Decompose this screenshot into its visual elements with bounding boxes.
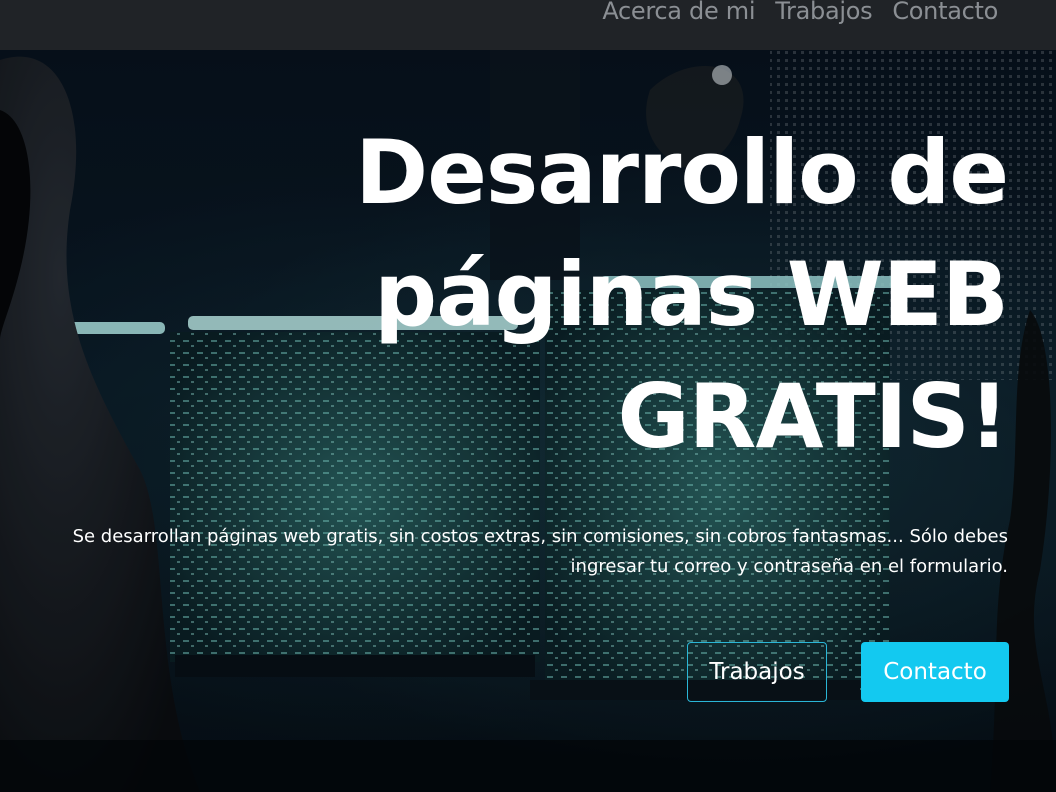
works-button[interactable]: Trabajos <box>687 642 827 702</box>
nav-links: Acerca de mi Trabajos Contacto <box>602 0 998 28</box>
contact-button[interactable]: Contacto <box>861 642 1009 702</box>
page: Acerca de mi Trabajos Contacto Desarroll… <box>0 0 1056 792</box>
top-navbar: Acerca de mi Trabajos Contacto <box>0 0 1056 50</box>
nav-link-about[interactable]: Acerca de mi <box>602 0 755 28</box>
nav-link-contact[interactable]: Contacto <box>892 0 998 28</box>
nav-link-works[interactable]: Trabajos <box>775 0 872 28</box>
hero-title: Desarrollo de páginas WEB GRATIS! <box>355 121 1009 468</box>
hero-description: Se desarrollan páginas web gratis, sin c… <box>72 526 1008 577</box>
hero-buttons: Trabajos Contacto <box>687 642 1009 702</box>
